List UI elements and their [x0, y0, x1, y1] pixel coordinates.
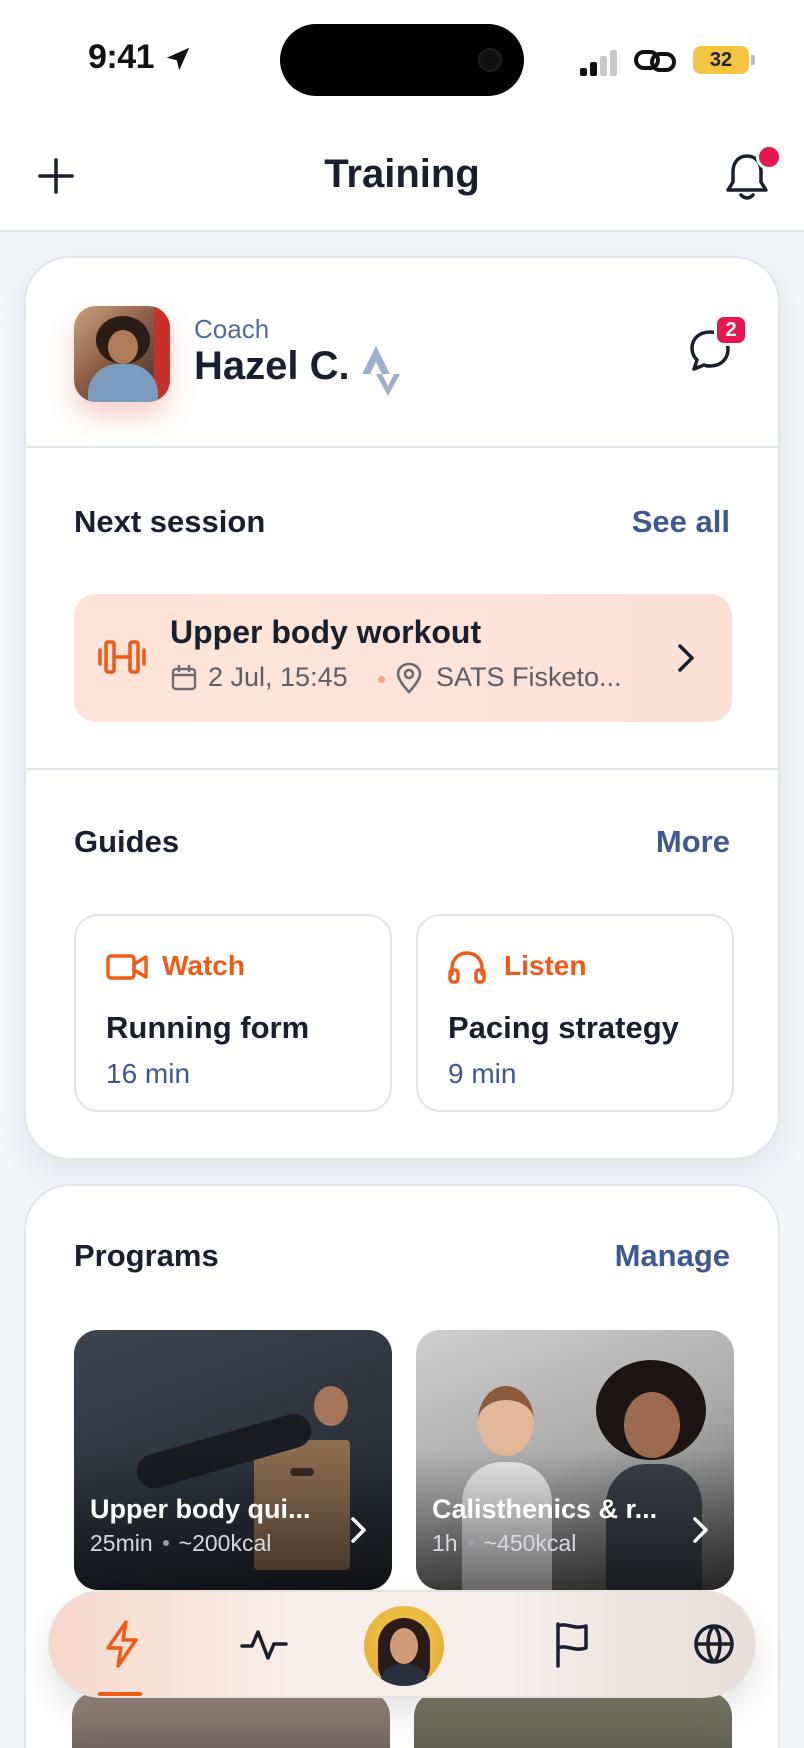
chevron-right-icon — [693, 1517, 708, 1543]
separator-dot — [378, 676, 385, 683]
program-card-peek[interactable] — [72, 1692, 390, 1748]
dynamic-island — [280, 24, 524, 96]
guides-heading: Guides — [74, 824, 180, 859]
session-title: Upper body workout — [170, 614, 482, 650]
see-all-link[interactable]: See all — [632, 504, 730, 540]
tab-explore[interactable] — [686, 1616, 742, 1672]
camera-icon — [478, 48, 502, 72]
flag-icon — [556, 1622, 588, 1668]
programs-heading: Programs — [74, 1238, 219, 1273]
guides-header: Guides More — [26, 824, 778, 864]
guide-card[interactable]: Watch Running form 16 min — [74, 914, 392, 1112]
more-link[interactable]: More — [656, 824, 730, 860]
cellular-signal-icon — [580, 50, 617, 76]
status-time: 9:41 — [88, 38, 155, 76]
activity-icon — [240, 1630, 288, 1660]
section-divider — [26, 768, 778, 770]
globe-icon — [694, 1624, 734, 1664]
guide-card[interactable]: Listen Pacing strategy 9 min — [416, 914, 734, 1112]
program-duration: 25min — [90, 1530, 153, 1556]
bottom-tab-bar — [48, 1590, 756, 1698]
personal-hotspot-icon — [634, 50, 676, 72]
program-card[interactable]: Upper body qui... 25min ~200kcal — [74, 1330, 392, 1590]
strava-icon — [362, 346, 400, 396]
guide-title: Pacing strategy — [448, 1010, 679, 1045]
video-icon — [106, 954, 148, 980]
program-calories: ~450kcal — [483, 1530, 577, 1556]
top-navigation-bar: Training — [0, 120, 804, 232]
location-pin-icon — [396, 662, 422, 694]
coach-role-label: Coach — [194, 314, 270, 344]
guide-type: Listen — [504, 950, 587, 981]
tab-goals[interactable] — [544, 1616, 600, 1672]
program-card[interactable]: Calisthenics & r... 1h ~450kcal — [416, 1330, 734, 1590]
tab-activity[interactable] — [236, 1616, 292, 1672]
guide-duration: 9 min — [448, 1058, 517, 1089]
page-title: Training — [324, 152, 480, 196]
coach-name: Hazel C. — [194, 344, 350, 388]
dumbbell-icon — [98, 640, 146, 674]
chevron-right-icon — [678, 644, 694, 672]
guide-title: Running form — [106, 1010, 310, 1045]
program-calories: ~200kcal — [178, 1530, 272, 1556]
coach-card: Coach Hazel C. 2 Next session See all Up… — [24, 256, 780, 1160]
lightning-icon — [106, 1620, 138, 1668]
chevron-right-icon — [351, 1517, 366, 1543]
program-card-peek[interactable] — [414, 1692, 732, 1748]
location-arrow-icon — [166, 47, 190, 71]
calendar-icon — [171, 664, 197, 691]
guide-type: Watch — [162, 950, 245, 981]
manage-link[interactable]: Manage — [615, 1238, 730, 1274]
program-duration: 1h — [432, 1530, 458, 1556]
program-title: Calisthenics & r... — [432, 1494, 658, 1524]
next-session-card[interactable]: Upper body workout 2 Jul, 15:45 SATS Fis… — [74, 594, 732, 722]
coach-header[interactable]: Coach Hazel C. 2 — [26, 258, 778, 448]
program-title: Upper body qui... — [90, 1494, 311, 1524]
programs-header: Programs Manage — [26, 1238, 778, 1278]
phone-screen: 9:41 32 Training Coach Hazel C. 2 Next s… — [0, 0, 804, 1748]
headphones-icon — [448, 951, 486, 984]
status-bar: 9:41 32 — [0, 0, 804, 120]
program-meta: 25min ~200kcal — [90, 1530, 271, 1557]
unread-messages-badge: 2 — [714, 314, 748, 346]
battery-indicator: 32 — [693, 46, 755, 74]
next-session-heading: Next session — [74, 504, 266, 539]
guide-duration: 16 min — [106, 1058, 191, 1089]
notification-dot — [756, 144, 782, 170]
profile-avatar[interactable] — [364, 1606, 444, 1686]
session-date: 2 Jul, 15:45 — [208, 662, 348, 692]
active-tab-indicator — [98, 1692, 142, 1696]
coach-avatar[interactable] — [74, 306, 170, 402]
next-session-header: Next session See all — [26, 504, 778, 544]
program-meta: 1h ~450kcal — [432, 1530, 576, 1557]
session-location: SATS Fisketo... — [436, 662, 622, 692]
tab-training[interactable] — [94, 1616, 150, 1672]
